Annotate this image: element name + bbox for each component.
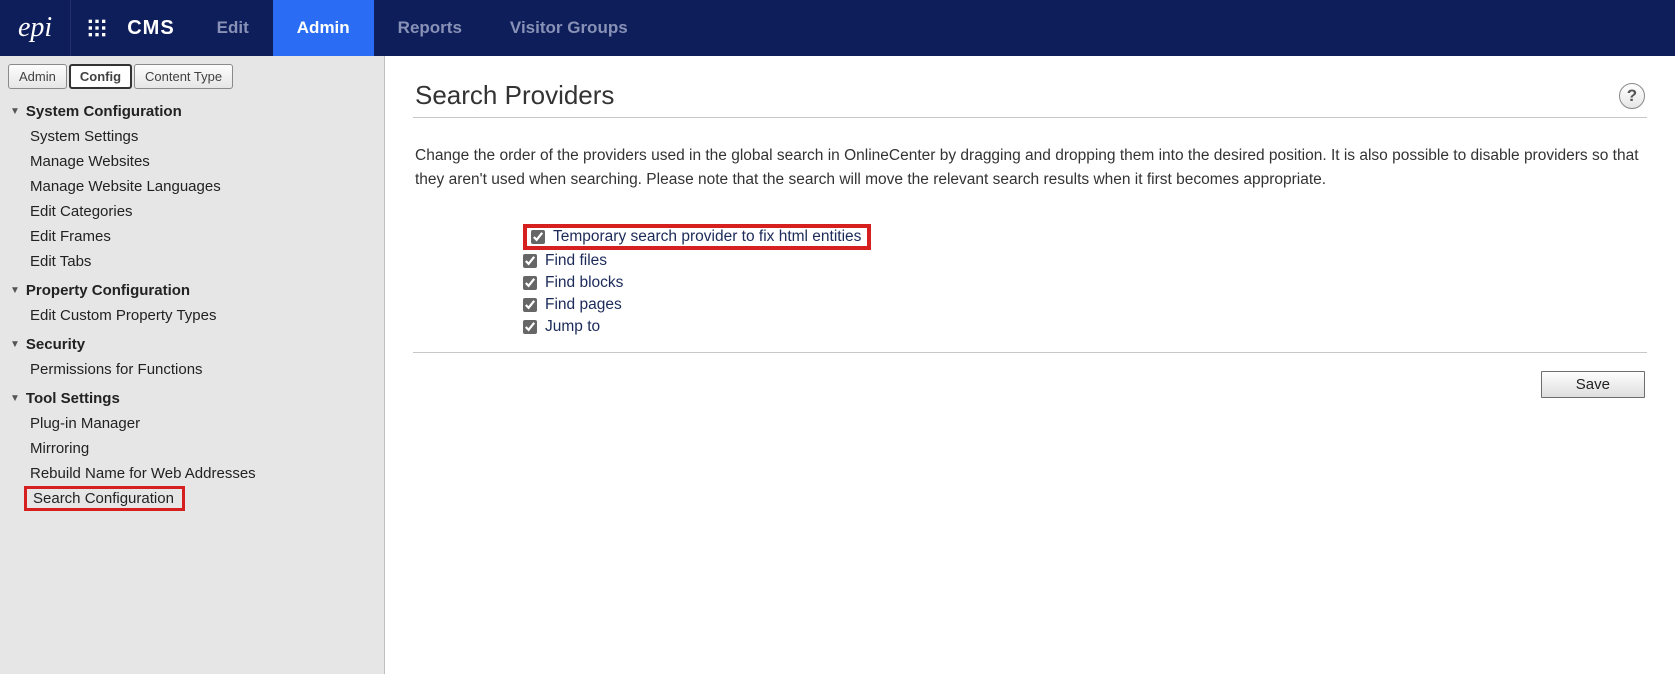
epi-logo: epi — [0, 12, 70, 44]
section-title-label: Security — [26, 336, 85, 353]
section-title-label: Tool Settings — [26, 390, 120, 407]
nav-visitor-groups[interactable]: Visitor Groups — [486, 0, 652, 56]
sidebar: Admin Config Content Type ▼ System Confi… — [0, 56, 385, 674]
tree-plug-in-manager[interactable]: Plug-in Manager — [8, 411, 376, 436]
provider-checkbox[interactable] — [531, 230, 545, 244]
brand-label: CMS — [123, 17, 192, 40]
provider-row[interactable]: Find files — [523, 250, 1647, 272]
chevron-down-icon: ▼ — [10, 285, 20, 296]
section-title-label: System Configuration — [26, 103, 182, 120]
main-panel: Search Providers ? Change the order of t… — [385, 56, 1675, 674]
subtab-config[interactable]: Config — [69, 64, 132, 89]
provider-list: Temporary search provider to fix html en… — [413, 220, 1647, 353]
provider-row[interactable]: Jump to — [523, 316, 1647, 338]
help-icon[interactable]: ? — [1619, 83, 1645, 109]
provider-label: Find files — [545, 252, 607, 270]
actions-bar: Save — [413, 353, 1647, 416]
provider-row[interactable]: Find pages — [523, 294, 1647, 316]
tree-manage-website-languages[interactable]: Manage Website Languages — [8, 174, 376, 199]
provider-checkbox[interactable] — [523, 276, 537, 290]
tree-edit-custom-property-types[interactable]: Edit Custom Property Types — [8, 303, 376, 328]
provider-checkbox[interactable] — [523, 320, 537, 334]
nav-admin[interactable]: Admin — [273, 0, 374, 56]
nav-reports[interactable]: Reports — [374, 0, 486, 56]
provider-label: Temporary search provider to fix html en… — [553, 228, 861, 246]
section-security[interactable]: ▼ Security — [8, 328, 376, 357]
tree-edit-categories[interactable]: Edit Categories — [8, 199, 376, 224]
provider-row[interactable]: Temporary search provider to fix html en… — [523, 224, 871, 250]
section-property-configuration[interactable]: ▼ Property Configuration — [8, 274, 376, 303]
provider-checkbox[interactable] — [523, 298, 537, 312]
tree-mirroring[interactable]: Mirroring — [8, 436, 376, 461]
page-title: Search Providers — [415, 80, 614, 111]
section-system-configuration[interactable]: ▼ System Configuration — [8, 95, 376, 124]
section-tool-settings[interactable]: ▼ Tool Settings — [8, 382, 376, 411]
provider-checkbox[interactable] — [523, 254, 537, 268]
chevron-down-icon: ▼ — [10, 393, 20, 404]
provider-label: Find pages — [545, 296, 622, 314]
chevron-down-icon: ▼ — [10, 339, 20, 350]
section-title-label: Property Configuration — [26, 282, 190, 299]
nav-edit[interactable]: Edit — [193, 0, 273, 56]
subtab-admin[interactable]: Admin — [8, 64, 67, 89]
waffle-icon[interactable] — [71, 18, 123, 38]
provider-label: Find blocks — [545, 274, 623, 292]
tree-permissions-for-functions[interactable]: Permissions for Functions — [8, 357, 376, 382]
subtab-content-type[interactable]: Content Type — [134, 64, 233, 89]
tree-edit-tabs[interactable]: Edit Tabs — [8, 249, 376, 274]
provider-label: Jump to — [545, 318, 600, 336]
save-button[interactable]: Save — [1541, 371, 1645, 398]
tree-manage-websites[interactable]: Manage Websites — [8, 149, 376, 174]
page-description: Change the order of the providers used i… — [413, 118, 1647, 220]
page-header: Search Providers ? — [413, 70, 1647, 118]
top-nav: epi CMS Edit Admin Reports Visitor Group… — [0, 0, 1675, 56]
tree-rebuild-name-for-web-addresses[interactable]: Rebuild Name for Web Addresses — [8, 461, 376, 486]
tree-system-settings[interactable]: System Settings — [8, 124, 376, 149]
tree-search-configuration[interactable]: Search Configuration — [24, 486, 185, 511]
chevron-down-icon: ▼ — [10, 106, 20, 117]
tree-edit-frames[interactable]: Edit Frames — [8, 224, 376, 249]
sidebar-subtabs: Admin Config Content Type — [8, 64, 376, 89]
provider-row[interactable]: Find blocks — [523, 272, 1647, 294]
